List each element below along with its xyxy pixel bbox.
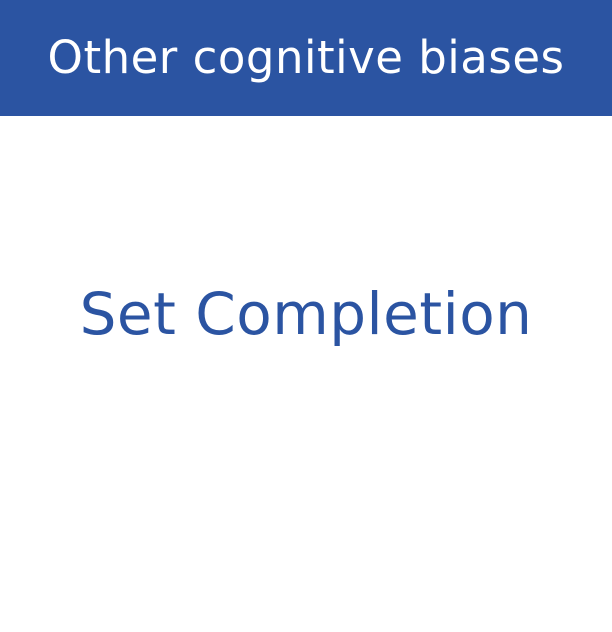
main-content: Set Completion [0,116,612,632]
slide-page: Other cognitive biases Set Completion [0,0,612,632]
header-title: Other cognitive biases [47,30,565,84]
header-banner: Other cognitive biases [0,0,612,116]
main-heading: Set Completion [79,280,533,348]
